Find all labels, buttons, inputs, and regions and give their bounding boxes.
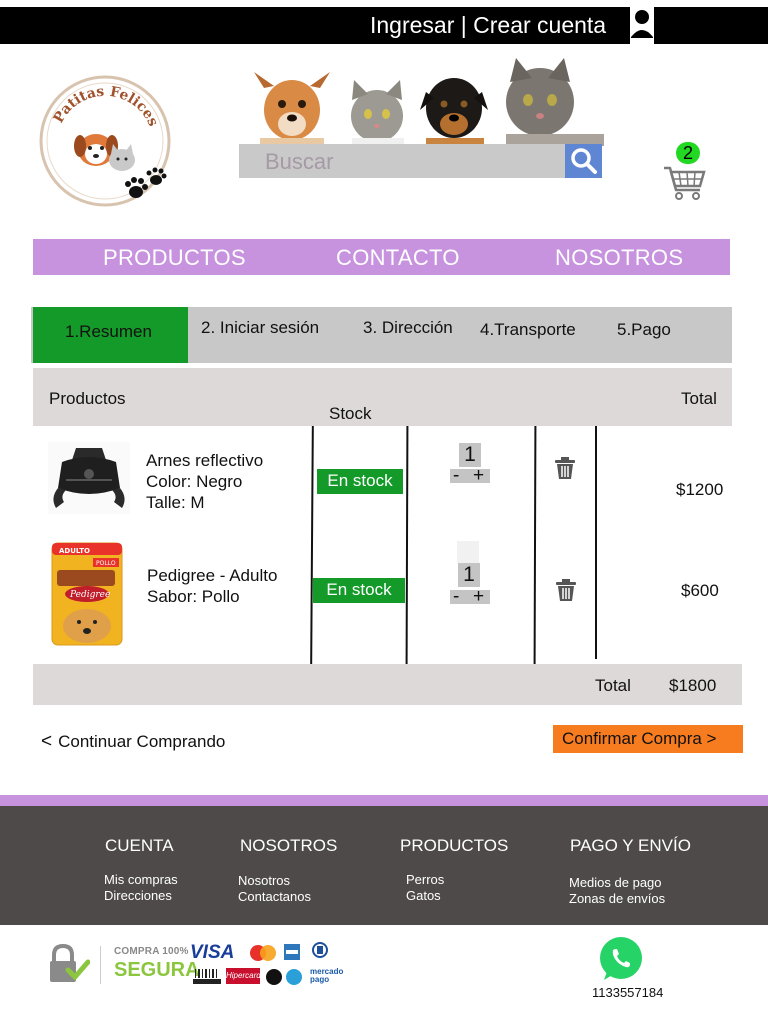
trash-icon[interactable]	[554, 456, 576, 480]
footer-heading-productos: PRODUCTOS	[400, 836, 509, 855]
step-direccion[interactable]: 3. Dirección	[363, 318, 453, 338]
nav-item-productos[interactable]: PRODUCTOS	[103, 245, 246, 271]
footer-links-productos: Perros Gatos	[406, 872, 444, 904]
user-icon[interactable]	[630, 7, 654, 44]
footer-link[interactable]: Medios de pago	[569, 875, 665, 891]
quantity-stepper: - +	[450, 466, 490, 485]
main-nav: PRODUCTOS CONTACTO NOSOTROS	[33, 239, 730, 275]
visa-logo: VISA	[190, 942, 235, 963]
header-stock: Stock	[329, 404, 372, 423]
whatsapp-phone[interactable]: 1133557184	[592, 985, 663, 1000]
search-button[interactable]	[565, 144, 602, 178]
footer-link[interactable]: Gatos	[406, 888, 444, 904]
svg-text:ADULTO: ADULTO	[59, 547, 90, 555]
footer-stripe	[0, 795, 768, 806]
product-flavor: Sabor: Pollo	[147, 587, 240, 606]
cart-total-row: Total $1800	[33, 664, 742, 705]
cart-table-header: Productos Stock Total	[33, 368, 732, 426]
quantity-value[interactable]: 1	[458, 563, 480, 587]
quantity-decrease-button[interactable]: -	[453, 466, 459, 485]
trash-icon[interactable]	[555, 578, 577, 602]
stock-badge: En stock	[313, 578, 405, 603]
quantity-stepper: - +	[450, 587, 490, 606]
search-bar[interactable]: Buscar	[239, 144, 602, 178]
mercadopago-logo: mercado pago	[310, 967, 344, 984]
total-value: $1800	[669, 676, 717, 695]
site-footer: CUENTA Mis compras Direcciones NOSOTROS …	[0, 806, 768, 925]
row-price: $600	[681, 581, 719, 600]
pedigree-pouch-image[interactable]: ADULTO POLLO Pedigree	[51, 542, 123, 646]
continue-label: Continuar Comprando	[58, 732, 226, 751]
elo-and-card-logos	[266, 969, 302, 985]
diners-logo	[312, 942, 328, 958]
hipercard-logo: Hipercard	[226, 968, 261, 984]
nav-item-nosotros[interactable]: NOSOTROS	[555, 245, 683, 271]
footer-links-pago-envio: Medios de pago Zonas de envíos	[569, 875, 665, 907]
harness-image[interactable]	[48, 442, 130, 514]
svg-text:Pedigree: Pedigree	[69, 590, 110, 600]
badge-line1: COMPRA 100%	[114, 946, 189, 957]
continue-shopping-link[interactable]: < Continuar Comprando	[41, 731, 225, 753]
mastercard-logo	[250, 945, 276, 961]
search-icon	[571, 148, 597, 174]
total-label: Total	[595, 676, 631, 695]
footer-heading-pago-envio: PAGO Y ENVÍO	[570, 836, 691, 855]
row-price: $1200	[676, 480, 724, 499]
footer-links-nosotros: Nosotros Contactanos	[238, 873, 311, 905]
amex-logo	[284, 944, 300, 960]
product-name[interactable]: Arnes reflectivo Color: Negro Talle: M	[146, 450, 263, 513]
badge-line2: SEGURA	[114, 959, 200, 981]
pets-banner-image	[254, 58, 604, 146]
quantity-spacer	[457, 541, 479, 563]
product-title: Pedigree - Adulto	[147, 566, 278, 585]
search-input[interactable]: Buscar	[265, 149, 333, 175]
quantity-decrease-button[interactable]: -	[453, 587, 459, 606]
top-bar: Ingresar | Crear cuenta	[0, 7, 768, 44]
confirm-purchase-button[interactable]: Confirmar Compra >	[553, 725, 743, 753]
product-title: Arnes reflectivo	[146, 451, 264, 470]
cart-count-badge: 2	[676, 142, 700, 164]
stock-badge: En stock	[317, 469, 403, 494]
footer-link[interactable]: Contactanos	[238, 889, 311, 905]
footer-heading-nosotros: NOSOTROS	[240, 836, 338, 855]
secure-payment-badge: COMPRA 100% SEGURA VISA Hipercard mercad…	[48, 940, 348, 990]
svg-text:POLLO: POLLO	[96, 560, 116, 567]
header-productos: Productos	[49, 389, 126, 408]
step-transporte[interactable]: 4.Transporte	[480, 320, 576, 340]
footer-heading-cuenta: CUENTA	[105, 836, 174, 855]
footer-link[interactable]: Zonas de envíos	[569, 891, 665, 907]
column-divider	[405, 425, 408, 665]
step-iniciar-sesion[interactable]: 2. Iniciar sesión	[201, 318, 319, 338]
footer-link[interactable]: Mis compras	[104, 872, 178, 888]
column-divider	[533, 425, 536, 665]
product-name[interactable]: Pedigree - Adulto Sabor: Pollo	[147, 565, 277, 607]
store-logo[interactable]: Patitas Felices	[36, 72, 174, 210]
footer-link[interactable]: Direcciones	[104, 888, 178, 904]
column-divider	[310, 425, 314, 665]
checkout-steps: 1.Resumen 2. Iniciar sesión 3. Dirección…	[31, 307, 732, 363]
product-color: Color: Negro	[146, 472, 243, 491]
padlock-check-icon	[50, 944, 90, 982]
cart-button[interactable]: 2	[662, 142, 708, 202]
header-total: Total	[681, 389, 717, 408]
footer-link[interactable]: Nosotros	[238, 873, 311, 889]
nav-item-contacto[interactable]: CONTACTO	[336, 245, 460, 271]
footer-links-cuenta: Mis compras Direcciones	[104, 872, 178, 904]
quantity-value[interactable]: 1	[459, 443, 481, 467]
product-size: Talle: M	[146, 493, 205, 512]
cart-icon	[664, 166, 706, 200]
auth-links[interactable]: Ingresar | Crear cuenta	[370, 12, 606, 39]
badge-divider	[100, 946, 101, 984]
quantity-increase-button[interactable]: +	[473, 466, 484, 485]
quantity-increase-button[interactable]: +	[473, 587, 484, 606]
whatsapp-icon[interactable]	[598, 936, 644, 982]
step-pago[interactable]: 5.Pago	[617, 320, 671, 340]
step-resumen[interactable]: 1.Resumen	[65, 322, 152, 342]
column-divider	[595, 426, 597, 659]
boleto-logo	[193, 969, 221, 984]
footer-link[interactable]: Perros	[406, 872, 444, 888]
chevron-left-icon: <	[41, 731, 53, 752]
